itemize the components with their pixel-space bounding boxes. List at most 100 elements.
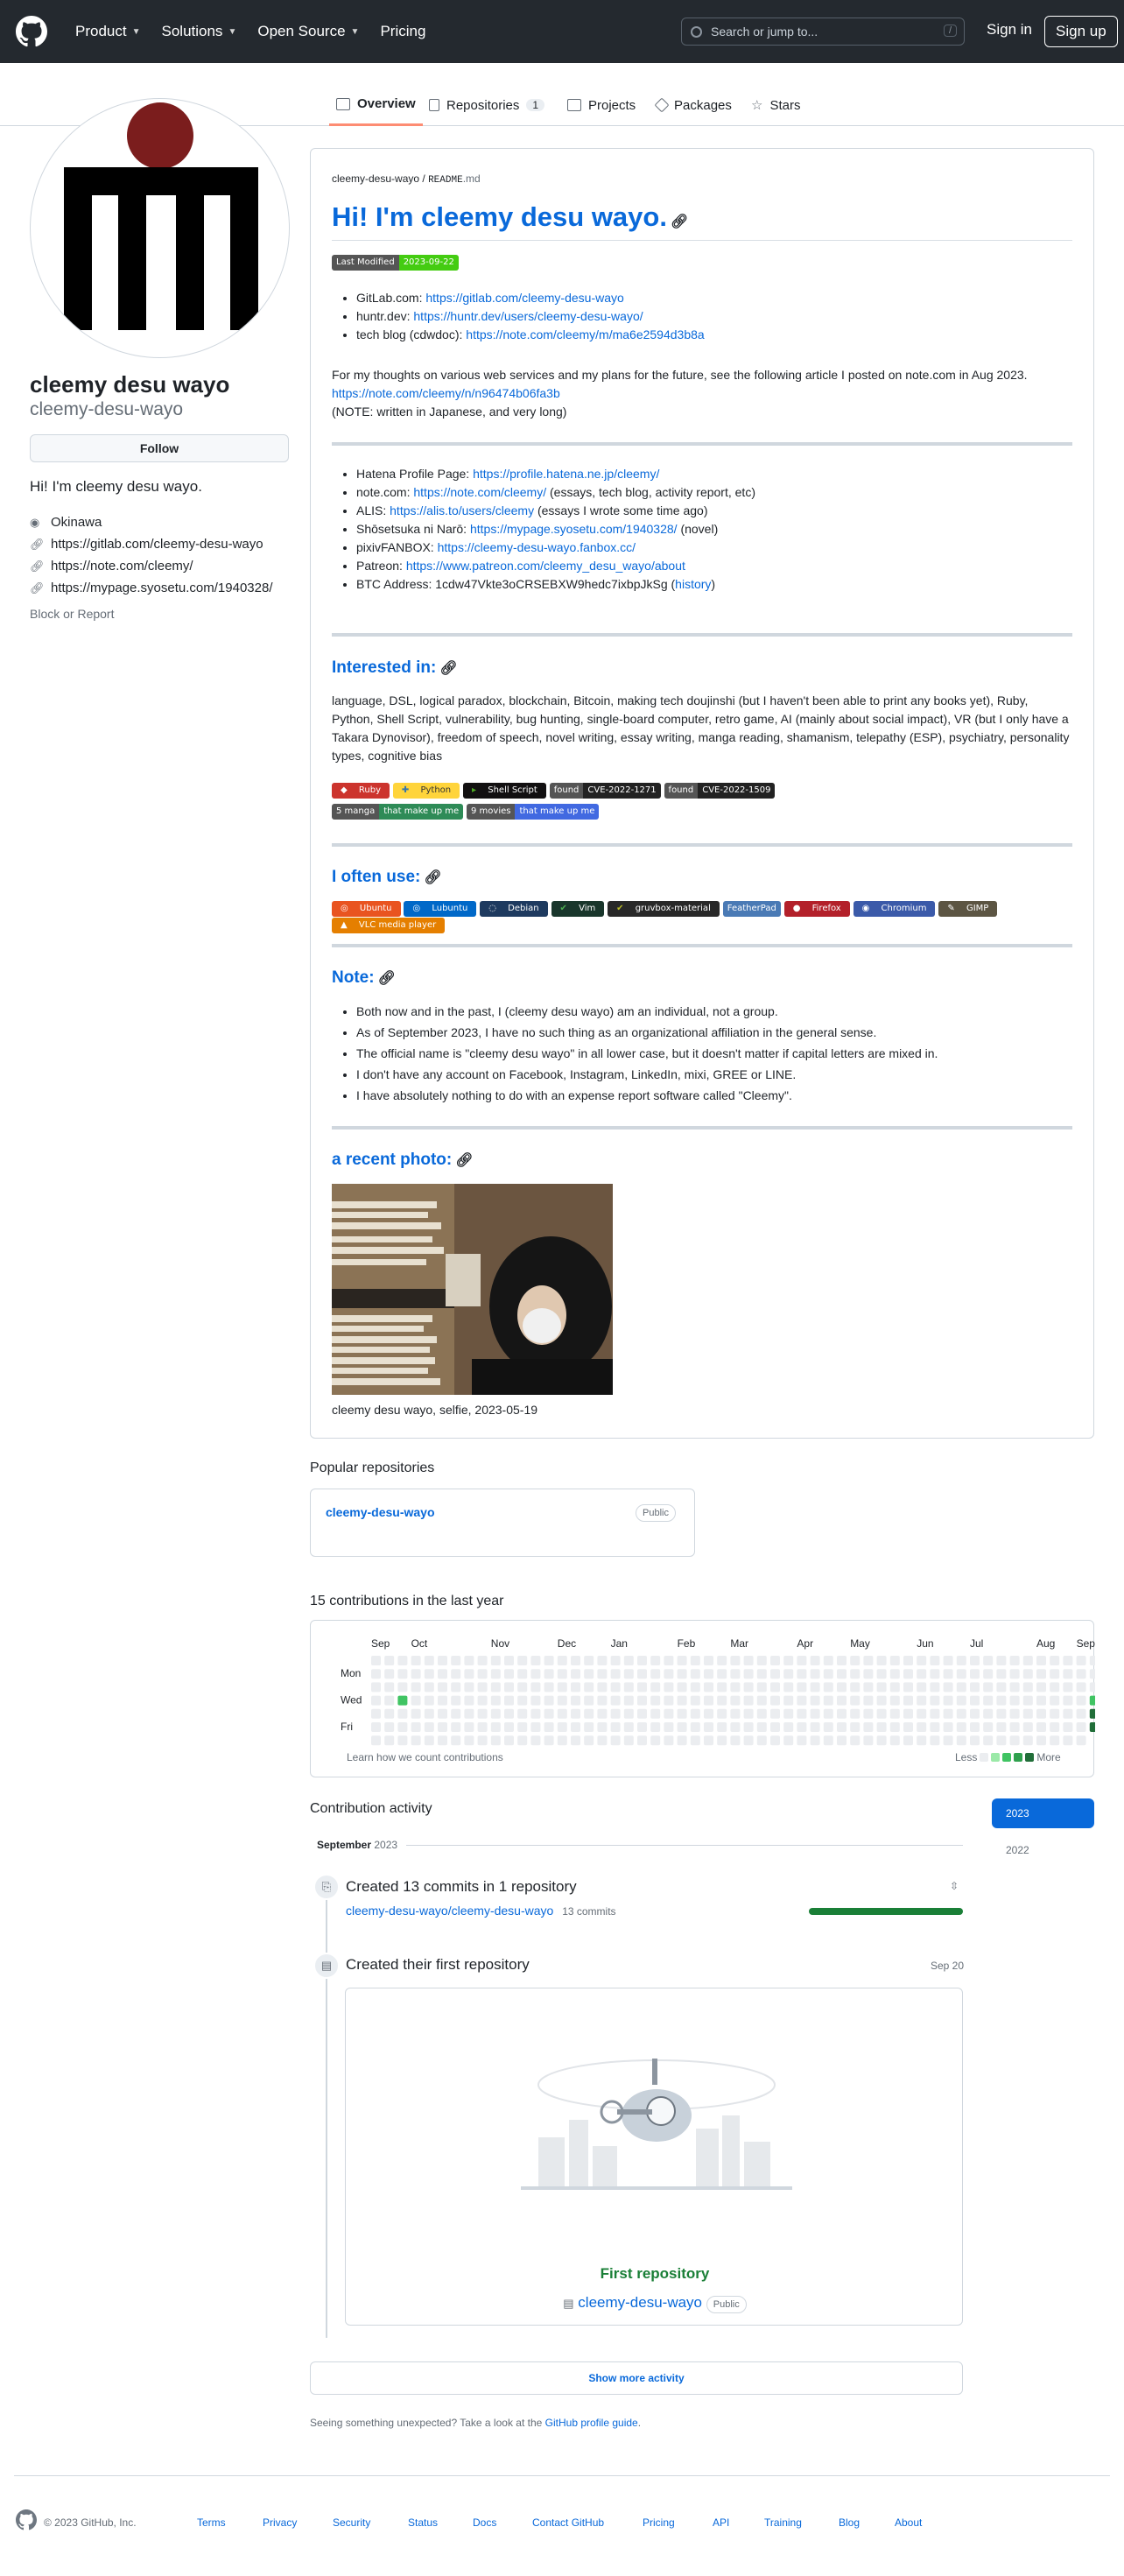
- contribution-day[interactable]: [584, 1669, 594, 1679]
- contribution-day[interactable]: [477, 1682, 488, 1693]
- selfie-photo[interactable]: [332, 1184, 613, 1395]
- contribution-day[interactable]: [783, 1695, 794, 1706]
- contribution-day[interactable]: [770, 1669, 780, 1679]
- search-input[interactable]: Search or jump to... /: [681, 18, 965, 46]
- contribution-day[interactable]: [1050, 1695, 1060, 1706]
- contribution-day[interactable]: [823, 1708, 833, 1719]
- contribution-day[interactable]: [1076, 1669, 1086, 1679]
- contribution-day[interactable]: [1022, 1682, 1033, 1693]
- contribution-day[interactable]: [783, 1656, 794, 1665]
- contribution-day[interactable]: [371, 1722, 381, 1732]
- contribution-day[interactable]: [597, 1722, 608, 1732]
- contribution-day[interactable]: [557, 1695, 567, 1706]
- contribution-day[interactable]: [544, 1735, 554, 1746]
- contribution-day[interactable]: [956, 1656, 966, 1665]
- contribution-day[interactable]: [970, 1695, 980, 1706]
- contribution-day[interactable]: [1036, 1669, 1046, 1679]
- profile-guide-link[interactable]: GitHub profile guide: [545, 2417, 638, 2429]
- contribution-day[interactable]: [530, 1722, 541, 1732]
- contribution-day[interactable]: [889, 1735, 900, 1746]
- contribution-day[interactable]: [797, 1695, 807, 1706]
- contribution-day[interactable]: [677, 1695, 687, 1706]
- contribution-day[interactable]: [837, 1735, 847, 1746]
- contribution-day[interactable]: [477, 1722, 488, 1732]
- contribution-day[interactable]: [517, 1682, 528, 1693]
- contribution-day[interactable]: [943, 1695, 953, 1706]
- tab-projects[interactable]: Projects: [567, 84, 636, 126]
- contribution-day[interactable]: [930, 1735, 940, 1746]
- contribution-day[interactable]: [530, 1656, 541, 1665]
- gitlab-link[interactable]: https://gitlab.com/cleemy-desu-wayo: [425, 291, 623, 305]
- contribution-day[interactable]: [1009, 1669, 1020, 1679]
- contribution-day[interactable]: [943, 1722, 953, 1732]
- contribution-day[interactable]: [424, 1656, 434, 1665]
- contribution-day[interactable]: [930, 1682, 940, 1693]
- tech-blog-link[interactable]: https://note.com/cleemy/m/ma6e2594d3b8a: [466, 327, 704, 341]
- contribution-day[interactable]: [1063, 1682, 1073, 1693]
- contribution-day[interactable]: [783, 1722, 794, 1732]
- learn-contributions-link[interactable]: Learn how we count contributions: [347, 1751, 503, 1763]
- contribution-day[interactable]: [438, 1669, 447, 1679]
- contribution-day[interactable]: [704, 1656, 713, 1665]
- contribution-day[interactable]: [837, 1722, 847, 1732]
- footer-link[interactable]: Privacy: [263, 2516, 297, 2529]
- contribution-day[interactable]: [717, 1695, 727, 1706]
- contribution-day[interactable]: [477, 1735, 488, 1746]
- contribution-day[interactable]: [717, 1722, 727, 1732]
- contribution-day[interactable]: [623, 1669, 634, 1679]
- contribution-day[interactable]: [597, 1682, 608, 1693]
- contribution-day[interactable]: [996, 1669, 1007, 1679]
- contribution-day[interactable]: [610, 1722, 621, 1732]
- contribution-day[interactable]: [1022, 1656, 1033, 1665]
- anchor-link-icon[interactable]: 🔗︎: [439, 661, 457, 676]
- contribution-day[interactable]: [889, 1722, 900, 1732]
- contribution-day[interactable]: [664, 1695, 674, 1706]
- contribution-day[interactable]: [397, 1669, 408, 1679]
- contribution-day[interactable]: [584, 1682, 594, 1693]
- contribution-day[interactable]: [1076, 1708, 1086, 1719]
- contribution-day[interactable]: [571, 1722, 580, 1732]
- contribution-day[interactable]: [490, 1722, 501, 1732]
- contribution-day[interactable]: [530, 1695, 541, 1706]
- contribution-day[interactable]: [438, 1695, 447, 1706]
- contribution-day[interactable]: [610, 1669, 621, 1679]
- contribution-day[interactable]: [677, 1656, 687, 1665]
- contribution-day[interactable]: [544, 1669, 554, 1679]
- contribution-day[interactable]: [717, 1682, 727, 1693]
- contribution-day[interactable]: [797, 1722, 807, 1732]
- contribution-day[interactable]: [717, 1656, 727, 1665]
- contribution-day[interactable]: [996, 1656, 1007, 1665]
- contribution-day[interactable]: [571, 1682, 580, 1693]
- readme-owner-link[interactable]: cleemy-desu-wayo: [332, 172, 419, 185]
- contribution-day[interactable]: [876, 1735, 887, 1746]
- contribution-day[interactable]: [424, 1669, 434, 1679]
- contribution-day[interactable]: [650, 1669, 661, 1679]
- contribution-day[interactable]: [384, 1656, 395, 1665]
- sign-up-button[interactable]: Sign up: [1044, 16, 1118, 47]
- contribution-day[interactable]: [451, 1708, 461, 1719]
- contribution-day[interactable]: [544, 1682, 554, 1693]
- contribution-day[interactable]: [876, 1682, 887, 1693]
- contribution-day[interactable]: [397, 1682, 408, 1693]
- contribution-day[interactable]: [530, 1735, 541, 1746]
- commit-repo-link[interactable]: cleemy-desu-wayo/cleemy-desu-wayo: [346, 1904, 553, 1918]
- contribution-day[interactable]: [930, 1656, 940, 1665]
- contribution-day[interactable]: [1009, 1656, 1020, 1665]
- contribution-day[interactable]: [756, 1669, 767, 1679]
- contribution-day[interactable]: [610, 1695, 621, 1706]
- contribution-day[interactable]: [917, 1722, 927, 1732]
- contribution-day[interactable]: [1036, 1695, 1046, 1706]
- contribution-day[interactable]: [650, 1735, 661, 1746]
- contribution-day[interactable]: [917, 1682, 927, 1693]
- contribution-day[interactable]: [438, 1735, 447, 1746]
- contribution-day[interactable]: [690, 1695, 700, 1706]
- contribution-day[interactable]: [970, 1682, 980, 1693]
- contribution-day[interactable]: [464, 1682, 474, 1693]
- contribution-day[interactable]: [756, 1656, 767, 1665]
- contribution-day[interactable]: [464, 1656, 474, 1665]
- footer-link[interactable]: Security: [333, 2516, 370, 2529]
- footer-link[interactable]: Contact GitHub: [532, 2516, 604, 2529]
- contribution-day[interactable]: [677, 1735, 687, 1746]
- contribution-day[interactable]: [863, 1695, 874, 1706]
- contribution-day[interactable]: [690, 1682, 700, 1693]
